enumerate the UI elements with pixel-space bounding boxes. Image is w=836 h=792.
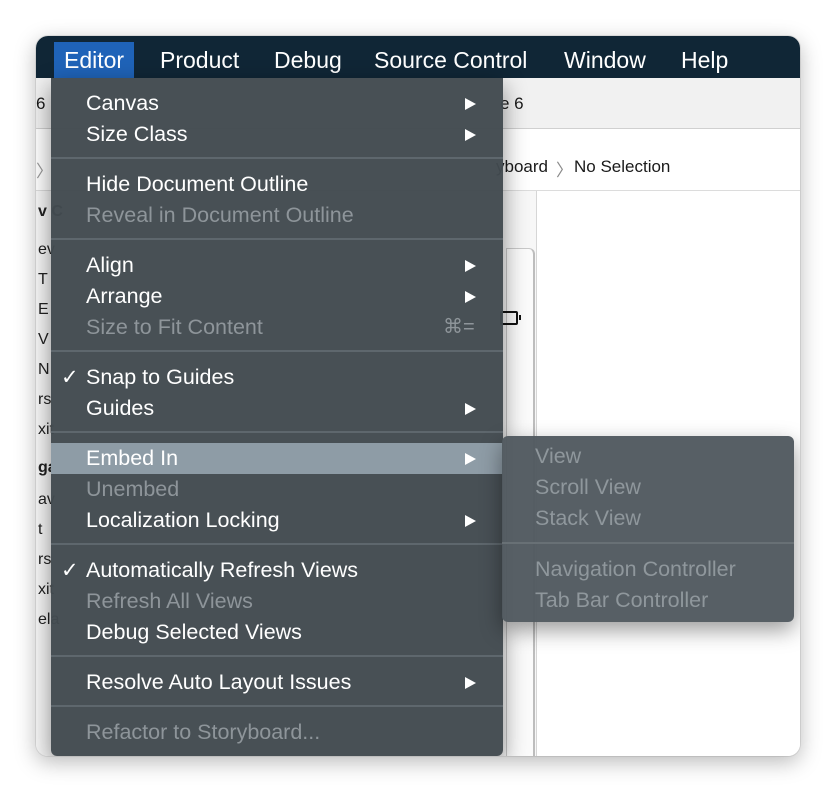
toolbar-right-fragment: e 6 <box>500 94 524 113</box>
submenu-separator <box>502 542 794 544</box>
submenu-item-label: Tab Bar Controller <box>535 588 709 612</box>
submenu-arrow-icon <box>465 260 476 272</box>
menu-item-snap-to-guides[interactable]: ✓ Snap to Guides <box>51 362 503 393</box>
submenu-arrow-icon <box>465 515 476 527</box>
xcode-window: Editor Product Debug Source Control Wind… <box>36 36 800 756</box>
menu-item-shortcut: ⌘= <box>443 316 475 338</box>
menu-item-label: Hide Document Outline <box>86 172 309 196</box>
menu-item-label: Debug Selected Views <box>86 620 302 644</box>
menu-window[interactable]: Window <box>554 42 656 78</box>
menu-item-localization-locking[interactable]: Localization Locking <box>51 505 503 536</box>
outline-fragment: t <box>38 521 43 538</box>
menu-item-label: Guides <box>86 396 155 420</box>
outline-fragment: N <box>38 361 50 378</box>
checkmark-icon: ✓ <box>61 559 79 582</box>
menu-item-label: Canvas <box>86 91 159 115</box>
menu-product[interactable]: Product <box>150 42 249 78</box>
menu-item-hide-document-outline[interactable]: Hide Document Outline <box>51 169 503 200</box>
submenu-item-stack-view: Stack View <box>502 503 794 534</box>
outline-fragment: rs <box>38 551 52 568</box>
submenu-arrow-icon <box>465 291 476 303</box>
menu-item-reveal-in-document-outline: Reveal in Document Outline <box>51 200 503 231</box>
menu-item-label: Embed In <box>86 446 179 470</box>
menu-item-align[interactable]: Align <box>51 250 503 281</box>
menu-debug[interactable]: Debug <box>264 42 352 78</box>
menu-editor[interactable]: Editor <box>54 42 135 78</box>
outline-fragment: T <box>38 271 48 288</box>
menu-item-refresh-all-views: Refresh All Views <box>51 586 503 617</box>
menu-item-label: Refresh All Views <box>86 589 253 613</box>
menu-bar: Editor Product Debug Source Control Wind… <box>36 36 800 78</box>
submenu-item-tab-bar-controller: Tab Bar Controller <box>502 585 794 616</box>
menu-separator <box>51 157 503 159</box>
menu-item-label: Resolve Auto Layout Issues <box>86 670 352 694</box>
menu-item-label: Size to Fit Content <box>86 315 263 339</box>
toolbar-left-fragment: 6 <box>36 94 46 113</box>
menu-source-control[interactable]: Source Control <box>364 42 537 78</box>
submenu-arrow-icon <box>465 403 476 415</box>
submenu-item-label: Navigation Controller <box>535 557 736 581</box>
submenu-item-view: View <box>502 441 794 472</box>
editor-menu: Canvas Size Class Hide Document Outline … <box>51 78 503 756</box>
checkmark-icon: ✓ <box>61 366 79 389</box>
menu-item-size-to-fit-content: Size to Fit Content ⌘= <box>51 312 503 343</box>
menu-item-label: Reveal in Document Outline <box>86 203 354 227</box>
menu-item-unembed: Unembed <box>51 474 503 505</box>
menu-separator <box>51 238 503 240</box>
menu-item-label: Refactor to Storyboard... <box>86 720 321 744</box>
outline-fragment: E <box>38 301 49 318</box>
submenu-item-label: View <box>535 444 582 468</box>
screen: Editor Product Debug Source Control Wind… <box>0 0 836 792</box>
menu-item-label: Localization Locking <box>86 508 280 532</box>
menu-item-size-class[interactable]: Size Class <box>51 119 503 150</box>
menu-item-refactor-to-storyboard: Refactor to Storyboard... <box>51 717 503 748</box>
submenu-item-label: Scroll View <box>535 475 641 499</box>
menu-help[interactable]: Help <box>671 42 738 78</box>
menu-item-label: Align <box>86 253 134 277</box>
submenu-arrow-icon <box>465 129 476 141</box>
breadcrumb-separator: 〉 <box>556 161 573 180</box>
breadcrumb-selection[interactable]: No Selection <box>574 157 670 177</box>
menu-item-arrange[interactable]: Arrange <box>51 281 503 312</box>
menu-item-debug-selected-views[interactable]: Debug Selected Views <box>51 617 503 648</box>
menu-separator <box>51 350 503 352</box>
menu-item-canvas[interactable]: Canvas <box>51 88 503 119</box>
submenu-arrow-icon <box>465 453 476 465</box>
outline-fragment: rs <box>38 391 52 408</box>
submenu-item-navigation-controller: Navigation Controller <box>502 554 794 585</box>
menu-item-automatically-refresh-views[interactable]: ✓ Automatically Refresh Views <box>51 555 503 586</box>
submenu-arrow-icon <box>465 98 476 110</box>
menu-item-resolve-auto-layout-issues[interactable]: Resolve Auto Layout Issues <box>51 667 503 698</box>
menu-item-embed-in[interactable]: Embed In <box>51 443 503 474</box>
embed-in-submenu: View Scroll View Stack View Navigation C… <box>502 436 794 622</box>
submenu-item-scroll-view: Scroll View <box>502 472 794 503</box>
menu-item-label: Unembed <box>86 477 180 501</box>
menu-separator <box>51 543 503 545</box>
menu-item-label: Arrange <box>86 284 163 308</box>
menu-item-label: Size Class <box>86 122 188 146</box>
outline-fragment: V <box>38 331 49 348</box>
menu-item-guides[interactable]: Guides <box>51 393 503 424</box>
menu-item-label: Automatically Refresh Views <box>86 558 359 582</box>
menu-separator <box>51 431 503 433</box>
submenu-item-label: Stack View <box>535 506 641 530</box>
menu-item-label: Snap to Guides <box>86 365 235 389</box>
menu-separator <box>51 655 503 657</box>
submenu-arrow-icon <box>465 677 476 689</box>
breadcrumb-storyboard[interactable]: yboard <box>496 157 548 177</box>
menu-separator <box>51 705 503 707</box>
